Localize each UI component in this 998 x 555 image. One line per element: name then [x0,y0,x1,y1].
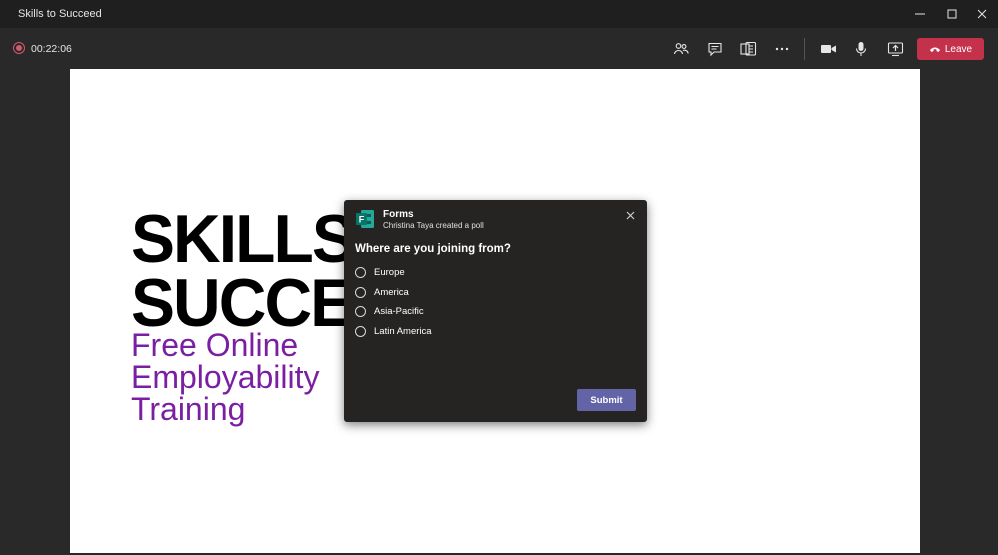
svg-text:F: F [359,215,365,225]
apps-icon [739,41,756,56]
meeting-toolbar: 00:22:06 Leave [0,28,998,70]
submit-button[interactable]: Submit [577,389,636,411]
title-bar: Skills to Succeed [0,0,998,28]
chat-button[interactable] [702,37,728,61]
poll-option-europe[interactable]: Europe [355,267,405,278]
poll-option-label: Europe [374,267,405,278]
radio-button[interactable] [355,267,366,278]
camera-icon [820,45,836,53]
more-actions-button[interactable] [769,37,795,61]
slide-subheading-line-2: Employability [131,359,320,395]
share-content-button[interactable] [882,37,908,61]
poll-option-label: America [374,287,409,298]
window-title: Skills to Succeed [18,8,102,20]
slide-heading-line-1: SKILLS [131,201,356,277]
poll-option-label: Latin America [374,326,432,337]
camera-button[interactable] [815,37,841,61]
radio-button[interactable] [355,326,366,337]
poll-dialog: F Forms Christina Taya created a poll Wh… [344,200,647,422]
poll-option-latin-america[interactable]: Latin America [355,326,432,337]
participants-button[interactable] [668,37,694,61]
poll-creator: Christina Taya created a poll [383,221,484,230]
poll-question: Where are you joining from? [355,243,511,255]
microphone-button[interactable] [848,37,874,61]
leave-label: Leave [944,43,973,55]
close-icon [626,211,635,220]
poll-app-name: Forms [383,209,414,220]
slide-subheading-line-3: Training [131,391,246,427]
maximize-icon [947,9,957,19]
close-icon [977,9,987,19]
close-window-button[interactable] [968,0,996,28]
forms-logo-icon: F [356,210,374,228]
toolbar-divider [804,38,805,60]
leave-button[interactable]: Leave [917,38,984,60]
microphone-icon [855,42,867,56]
share-screen-icon [887,42,903,57]
hang-up-icon [929,47,940,52]
maximize-button[interactable] [938,0,966,28]
minimize-icon [915,13,925,15]
chat-icon [708,42,722,57]
close-poll-button[interactable] [626,208,635,223]
forms-app-button[interactable] [735,37,761,61]
poll-option-label: Asia-Pacific [374,306,424,317]
radio-button[interactable] [355,287,366,298]
poll-option-america[interactable]: America [355,287,409,298]
radio-button[interactable] [355,306,366,317]
recording-icon [13,42,25,54]
meeting-timer: 00:22:06 [31,43,72,55]
poll-option-asia-pacific[interactable]: Asia-Pacific [355,306,424,317]
slide-subheading-line-1: Free Online [131,327,299,363]
minimize-button[interactable] [906,0,934,28]
more-icon [775,47,789,51]
people-icon [673,43,689,55]
